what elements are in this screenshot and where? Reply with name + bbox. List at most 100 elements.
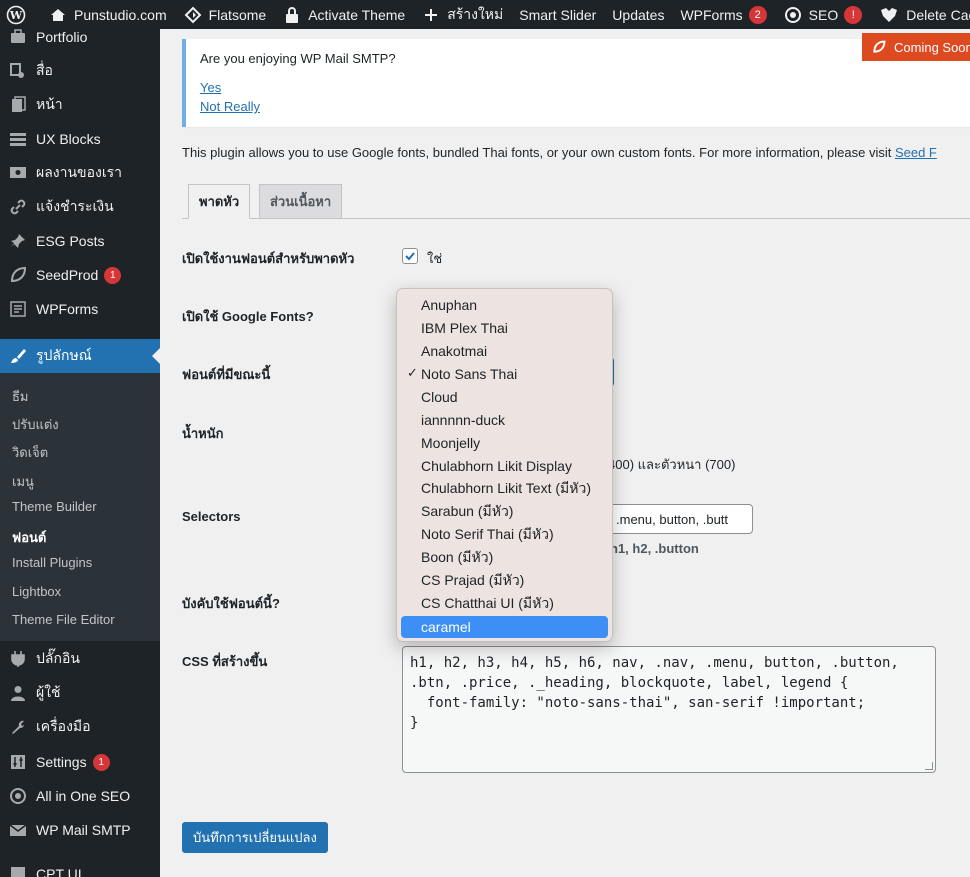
sidebar-item-media[interactable]: สื่อ xyxy=(0,54,160,88)
submenu-lightbox[interactable]: Lightbox xyxy=(12,584,61,599)
resize-handle[interactable] xyxy=(925,762,933,770)
font-option-label: Anuphan xyxy=(421,297,478,313)
submenu-install-plugins[interactable]: Install Plugins xyxy=(12,555,92,570)
font-option[interactable]: Anakotmai xyxy=(401,340,608,362)
tab-body[interactable]: ส่วนเนื้อหา xyxy=(259,184,343,219)
selectors-input[interactable]: .menu, button, .butt xyxy=(607,504,753,534)
portfolio-icon xyxy=(8,29,28,47)
wpforms-count-badge: 2 xyxy=(748,5,767,24)
updates-link[interactable]: Updates xyxy=(604,0,672,29)
save-changes-button[interactable]: บันทึกการเปลี่ยนแปลง xyxy=(182,822,328,853)
sidebar-item-wpforms[interactable]: WPForms xyxy=(0,292,160,326)
font-option[interactable]: CS Prajad (มีหัว) xyxy=(401,570,608,592)
sidebar-item-cpt-ui[interactable]: CPT UI xyxy=(0,857,160,877)
lock-icon xyxy=(282,5,302,25)
admin-sidebar: Portfolio สื่อ หน้า UX Blocks ผลงานของเร… xyxy=(0,29,160,877)
generated-css-textarea[interactable]: h1, h2, h3, h4, h5, h6, nav, .nav, .menu… xyxy=(402,646,936,773)
submenu-fonts[interactable]: ฟอนต์ xyxy=(12,527,46,548)
font-option-label: Chulabhorn Likit Display xyxy=(421,458,572,474)
checkmark-icon xyxy=(405,252,415,261)
sidebar-item-esg-posts[interactable]: ESG Posts xyxy=(0,224,160,258)
cache-icon xyxy=(878,5,900,25)
seedprod-count-badge: 1 xyxy=(104,266,122,284)
available-font-label: ฟอนต์ที่มีขณะนี้ xyxy=(182,367,271,382)
sidebar-item-wp-mail-smtp[interactable]: WP Mail SMTP xyxy=(0,813,160,847)
font-option[interactable]: CS Chatthai UI (มีหัว) xyxy=(401,593,608,615)
wpforms-menu[interactable]: WPForms 2 xyxy=(672,0,774,29)
sidebar-item-seedprod[interactable]: SeedProd 1 xyxy=(0,258,160,292)
description-link[interactable]: Seed F xyxy=(895,145,937,160)
sidebar-item-payment-notice[interactable]: แจ้งชำระเงิน xyxy=(0,190,160,224)
sidebar-item-label: เครื่องมือ xyxy=(36,718,91,734)
notice-question: Are you enjoying WP Mail SMTP? xyxy=(200,51,396,66)
submenu-theme-builder[interactable]: Theme Builder xyxy=(12,499,97,514)
font-option[interactable]: Anuphan xyxy=(401,294,608,316)
sidebar-item-portfolio[interactable]: Portfolio xyxy=(0,29,160,54)
selectors-label: Selectors xyxy=(182,509,241,524)
wp-logo-button[interactable]: W xyxy=(0,0,40,29)
font-option-selected[interactable]: ✓ Noto Sans Thai xyxy=(401,363,608,385)
notice-yes-link[interactable]: Yes xyxy=(200,80,221,95)
font-option-label: Moonjelly xyxy=(421,435,481,451)
smart-slider-link[interactable]: Smart Slider xyxy=(511,0,604,29)
font-option-label: Chulabhorn Likit Text (มีหัว) xyxy=(421,480,592,496)
delete-cache-link[interactable]: Delete Cache xyxy=(870,0,970,29)
site-name: Punstudio.com xyxy=(74,6,167,23)
font-option-label: IBM Plex Thai xyxy=(421,320,508,336)
home-icon xyxy=(48,5,68,25)
enable-heading-font-label: เปิดใช้งานฟอนต์สำหรับพาดหัว xyxy=(182,251,355,266)
font-option-highlighted[interactable]: caramel xyxy=(401,616,608,638)
sidebar-item-our-work[interactable]: ผลงานของเรา xyxy=(0,156,160,190)
sidebar-item-settings[interactable]: Settings 1 xyxy=(0,745,160,779)
admin-bar: W Punstudio.com Flatsome Activate Theme … xyxy=(0,0,970,29)
svg-text:W: W xyxy=(9,9,23,22)
font-option[interactable]: Chulabhorn Likit Display xyxy=(401,455,608,477)
delete-cache-label: Delete Cache xyxy=(906,6,970,23)
new-content-menu[interactable]: สร้างใหม่ xyxy=(413,0,511,29)
font-option[interactable]: Sarabun (มีหัว) xyxy=(401,501,608,523)
mail-icon xyxy=(8,820,28,840)
sidebar-item-ux-blocks[interactable]: UX Blocks xyxy=(0,122,160,156)
plug-icon xyxy=(8,649,28,669)
submenu-themes[interactable]: ธีม xyxy=(12,386,29,407)
font-option[interactable]: IBM Plex Thai xyxy=(401,317,608,339)
site-name-link[interactable]: Punstudio.com xyxy=(40,0,175,29)
flatsome-menu[interactable]: Flatsome xyxy=(175,0,275,29)
new-content-label: สร้างใหม่ xyxy=(447,5,504,22)
font-option-label: Noto Serif Thai (มีหัว) xyxy=(421,526,554,542)
font-option[interactable]: Cloud xyxy=(401,386,608,408)
description-text: This plugin allows you to use Google fon… xyxy=(182,145,895,160)
current-menu-arrow xyxy=(152,348,160,364)
notice-not-really-link[interactable]: Not Really xyxy=(200,99,260,114)
sidebar-item-users[interactable]: ผู้ใช้ xyxy=(0,676,160,710)
enable-heading-font-value[interactable]: ใช่ xyxy=(427,248,442,269)
seo-gear-icon xyxy=(783,5,803,25)
sidebar-item-appearance[interactable]: รูปลักษณ์ xyxy=(0,339,160,373)
font-option[interactable]: Chulabhorn Likit Text (มีหัว) xyxy=(401,478,608,500)
submenu-menus[interactable]: เมนู xyxy=(12,471,34,492)
font-option[interactable]: Noto Serif Thai (มีหัว) xyxy=(401,524,608,546)
font-option[interactable]: Moonjelly xyxy=(401,432,608,454)
tab-heading[interactable]: พาดหัว xyxy=(188,184,251,219)
sliders-icon xyxy=(8,752,28,772)
font-option[interactable]: Boon (มีหัว) xyxy=(401,547,608,569)
font-option[interactable]: iannnnn-duck xyxy=(401,409,608,431)
sidebar-item-pages[interactable]: หน้า xyxy=(0,88,160,122)
submenu-widgets[interactable]: วิดเจ็ต xyxy=(12,442,48,463)
activate-theme-link[interactable]: Activate Theme xyxy=(274,0,413,29)
sidebar-item-label: ผู้ใช้ xyxy=(36,684,61,700)
link-icon xyxy=(8,197,28,217)
font-option-label: Sarabun (มีหัว) xyxy=(421,503,514,519)
wpforms-label: WPForms xyxy=(680,6,743,23)
submenu-theme-file-editor[interactable]: Theme File Editor xyxy=(12,612,115,627)
coming-soon-badge[interactable]: Coming Soon xyxy=(862,33,970,61)
sidebar-item-tools[interactable]: เครื่องมือ xyxy=(0,710,160,744)
sidebar-item-plugins[interactable]: ปลั๊กอิน xyxy=(0,642,160,676)
submenu-customize[interactable]: ปรับแต่ง xyxy=(12,414,59,435)
enable-heading-font-checkbox[interactable] xyxy=(402,248,418,264)
sidebar-item-label: Portfolio xyxy=(36,29,88,45)
sidebar-item-all-in-one-seo[interactable]: All in One SEO xyxy=(0,779,160,813)
font-option-label: iannnnn-duck xyxy=(421,412,506,428)
seo-menu[interactable]: SEO ! xyxy=(775,0,871,29)
brush-icon xyxy=(8,346,28,366)
